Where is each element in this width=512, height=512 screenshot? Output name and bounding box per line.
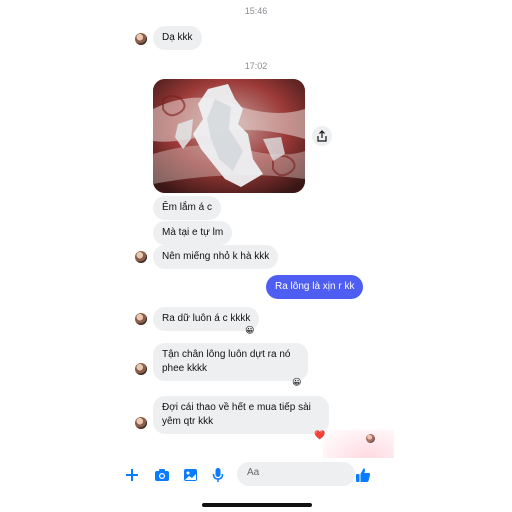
message-bubble[interactable]: Ra dữ luôn á c kkkk	[153, 307, 260, 331]
chat-screen: 15:46 Dạ kkk 17:02 Êm lắm á c Mà tại e t…	[118, 0, 394, 512]
avatar[interactable]	[135, 363, 147, 375]
avatar[interactable]	[135, 313, 147, 325]
share-icon	[317, 130, 327, 142]
photo-image	[153, 79, 305, 193]
message-bubble[interactable]: Tận chân lông luôn dựt ra nó phee kkkk	[153, 343, 308, 381]
microphone-icon[interactable]	[209, 466, 227, 484]
avatar[interactable]	[135, 251, 147, 263]
message-bubble[interactable]: Êm lắm á c	[153, 196, 222, 220]
avatar[interactable]	[135, 417, 147, 429]
reaction-emoji[interactable]: 😀	[292, 377, 301, 387]
message-bubble[interactable]: Mà tại e tự lm	[153, 221, 233, 245]
gallery-icon[interactable]	[181, 466, 199, 484]
camera-icon[interactable]	[153, 466, 171, 484]
home-indicator	[202, 503, 312, 507]
timestamp: 15:46	[244, 6, 268, 16]
like-icon[interactable]	[354, 466, 372, 484]
reaction-emoji[interactable]: 😀	[245, 325, 254, 335]
timestamp: 17:02	[244, 61, 268, 71]
message-bubble[interactable]: Nên miếng nhỏ k hà kkk	[153, 245, 279, 269]
avatar[interactable]	[135, 33, 147, 45]
message-bubble-outgoing[interactable]: Ra lông là xịn r kk	[266, 275, 364, 299]
share-button[interactable]	[312, 126, 332, 146]
plus-icon[interactable]	[123, 466, 141, 484]
photo-attachment[interactable]	[153, 79, 305, 193]
message-bubble[interactable]: Dạ kkk	[153, 26, 202, 50]
message-bubble[interactable]: Đợi cái thao về hết e mua tiếp sài yêm q…	[153, 396, 329, 434]
message-input[interactable]: Aa	[237, 462, 355, 486]
